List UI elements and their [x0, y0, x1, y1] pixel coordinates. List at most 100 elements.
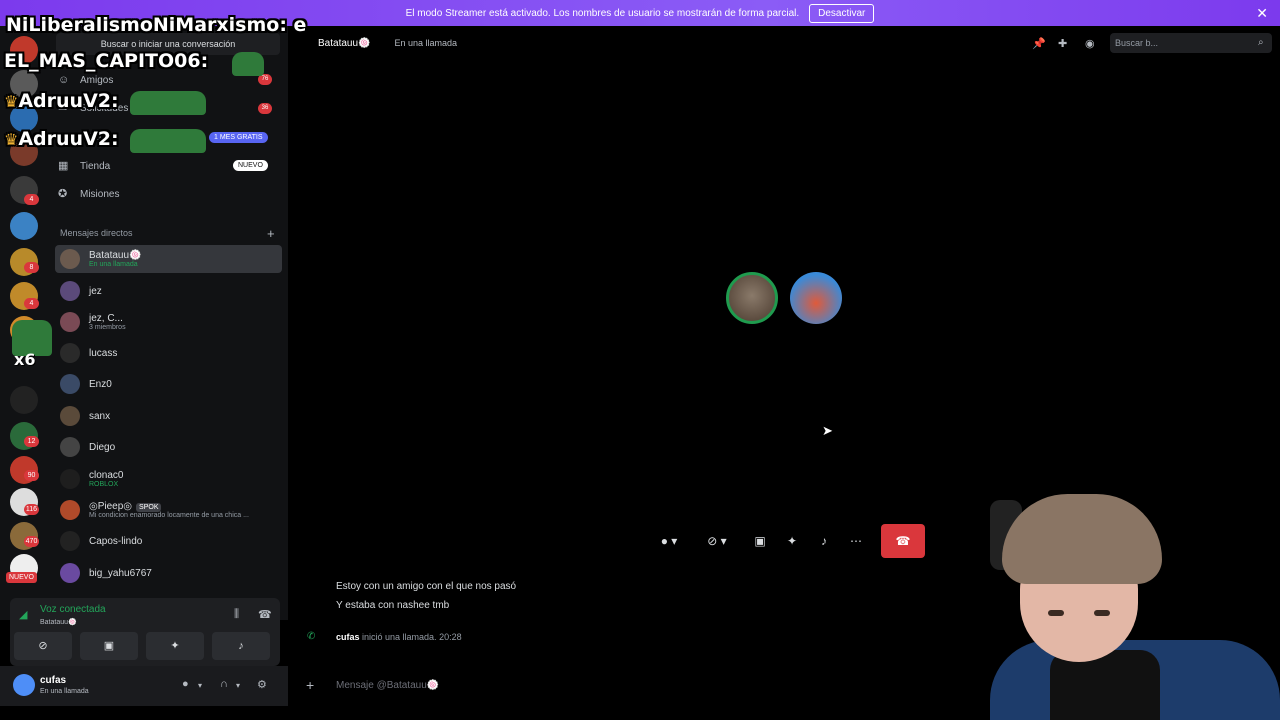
activities-button[interactable]: ✦ — [146, 632, 204, 660]
camera-off-button[interactable]: ⊘ — [14, 632, 72, 660]
dm-name: Capos-lindo — [89, 535, 143, 547]
avatar — [60, 500, 80, 520]
dm-item[interactable]: sanx — [55, 402, 282, 430]
dm-name: ◎Pieep◎ — [89, 501, 133, 512]
dm-item[interactable]: lucass — [55, 339, 282, 367]
dm-name: Enz0 — [89, 378, 112, 390]
call-text: inició una llamada. — [359, 632, 437, 642]
dm-title[interactable]: Batatauu🍥 — [318, 38, 371, 49]
frog-emote — [130, 129, 206, 153]
call-time: 20:28 — [439, 632, 462, 642]
headphones-icon[interactable]: ∩ — [220, 678, 228, 690]
user-profile-icon[interactable]: ◉ — [1085, 37, 1095, 50]
call-user[interactable]: cufas — [336, 632, 360, 642]
nav-label: Misiones — [80, 188, 120, 200]
banner-text: El modo Streamer está activado. Los nomb… — [405, 7, 800, 19]
soundboard-icon[interactable]: ♪ — [810, 524, 838, 558]
avatar — [60, 281, 80, 301]
mention-badge: 90 — [24, 470, 39, 481]
voice-channel: Batatauu🍥 — [40, 619, 77, 626]
chevron-down-icon[interactable]: ▾ — [198, 681, 202, 690]
microphone-toggle-button[interactable]: ● ▾ — [646, 524, 692, 558]
activities-icon[interactable]: ✦ — [778, 524, 806, 558]
dm-status: En una llamada — [89, 261, 138, 268]
username: cufas — [40, 675, 67, 686]
avatar — [60, 374, 80, 394]
nav-quests[interactable]: ✪ Misiones — [58, 183, 119, 205]
dm-item[interactable]: Batatauu🍥 En una llamada — [55, 245, 282, 273]
mention-badge: 4 — [24, 298, 39, 309]
dm-item[interactable]: big_yahu6767 — [55, 559, 282, 587]
dm-item[interactable]: Diego — [55, 433, 282, 461]
soundboard-button[interactable]: ♪ — [212, 632, 270, 660]
message-input[interactable]: Mensaje @Batatauu🍥 — [336, 680, 439, 691]
dm-item[interactable]: ◎Pieep◎ SPOK Mi condicion enamorado locame… — [55, 496, 282, 524]
add-friend-icon[interactable]: ✚ — [1058, 37, 1067, 50]
voice-status[interactable]: Voz conectada — [40, 604, 106, 615]
mention-badge: 12 — [24, 436, 39, 447]
mention-badge: 116 — [24, 504, 39, 515]
message-text: Y estaba con nashee tmb — [336, 600, 450, 611]
new-badge: NUEVO — [6, 572, 37, 583]
screen-share-icon[interactable]: ▣ — [746, 524, 774, 558]
microphone-icon[interactable]: ● — [182, 678, 189, 690]
dm-name: big_yahu6767 — [89, 567, 152, 579]
overlay-chat-line: NiLiberalismoNiMarxismo: e — [6, 14, 307, 36]
store-new-pill: NUEVO — [233, 160, 268, 171]
hang-up-button[interactable]: ☎ — [881, 524, 925, 558]
streamer-webcam — [990, 490, 1280, 720]
noise-suppression-icon[interactable]: ⫼ — [234, 608, 239, 621]
avatar — [60, 531, 80, 551]
search-input[interactable]: Buscar b... — [1110, 33, 1272, 53]
webcam-hair — [1002, 494, 1162, 584]
phone-icon: ✆ — [307, 631, 316, 642]
participant-avatar[interactable] — [790, 272, 842, 324]
message-text: Estoy con un amigo con el que nos pasó — [336, 581, 517, 592]
gear-icon[interactable]: ⚙ — [257, 678, 267, 691]
voice-connected-panel: ◢ Voz conectada Batatauu🍥 ⫼ ☎ ⊘ ▣ ✦ ♪ — [10, 598, 280, 666]
dm-status: 3 miembros — [89, 324, 126, 331]
screen-share-button[interactable]: ▣ — [80, 632, 138, 660]
participant-avatar[interactable] — [726, 272, 778, 324]
new-dm-plus-icon[interactable]: + — [267, 226, 275, 241]
dm-item[interactable]: clonac0 ROBLOX — [55, 465, 282, 493]
dm-activity: ROBLOX — [89, 481, 119, 488]
dm-name: jez, C... — [89, 313, 123, 324]
chevron-down-icon[interactable]: ▾ — [236, 681, 240, 690]
dm-header: Mensajes directos — [60, 228, 133, 238]
dm-custom-status: Mi condicion enamorado locamente de una … — [89, 512, 249, 519]
avatar[interactable] — [13, 674, 35, 696]
dm-item[interactable]: jez — [55, 277, 282, 305]
crown-icon: ♛ — [4, 92, 19, 111]
nav-store[interactable]: ▦ Tienda — [58, 155, 110, 177]
call-event: cufas inició una llamada. 20:28 — [336, 632, 462, 642]
dm-name: clonac0 — [89, 470, 124, 481]
dm-item[interactable]: Enz0 — [55, 370, 282, 398]
server-icon[interactable] — [10, 212, 38, 240]
overlay-chat-line: ♛AdruuV2: — [4, 128, 119, 150]
avatar — [60, 563, 80, 583]
mention-badge: 4 — [24, 194, 39, 205]
camera-toggle-button[interactable]: ⊘ ▾ — [694, 524, 740, 558]
avatar — [60, 437, 80, 457]
dm-item[interactable]: Capos-lindo — [55, 527, 282, 555]
clan-tag: SPOK — [136, 503, 162, 512]
pin-icon[interactable]: 📌 — [1032, 37, 1046, 50]
friends-icon: ☺ — [58, 74, 70, 86]
more-options-icon[interactable]: ⋯ — [842, 524, 870, 558]
nav-label: Amigos — [80, 74, 114, 86]
avatar — [60, 249, 80, 269]
close-icon[interactable]: ✕ — [1256, 5, 1268, 22]
group-avatar — [60, 312, 80, 332]
attach-plus-icon[interactable]: + — [306, 677, 314, 693]
signal-icon: ◢ — [19, 609, 28, 621]
dm-name: jez — [89, 285, 102, 297]
dm-item[interactable]: jez, C... 3 miembros — [55, 308, 282, 336]
compass-icon: ✪ — [58, 188, 68, 200]
server-icon[interactable] — [10, 386, 38, 414]
nav-friends[interactable]: ☺ Amigos — [58, 69, 113, 91]
mention-badge: 470 — [24, 536, 39, 547]
disconnect-icon[interactable]: ☎ — [258, 608, 272, 621]
search-icon: ⌕ — [1258, 37, 1264, 48]
deactivate-button[interactable]: Desactivar — [809, 3, 875, 23]
